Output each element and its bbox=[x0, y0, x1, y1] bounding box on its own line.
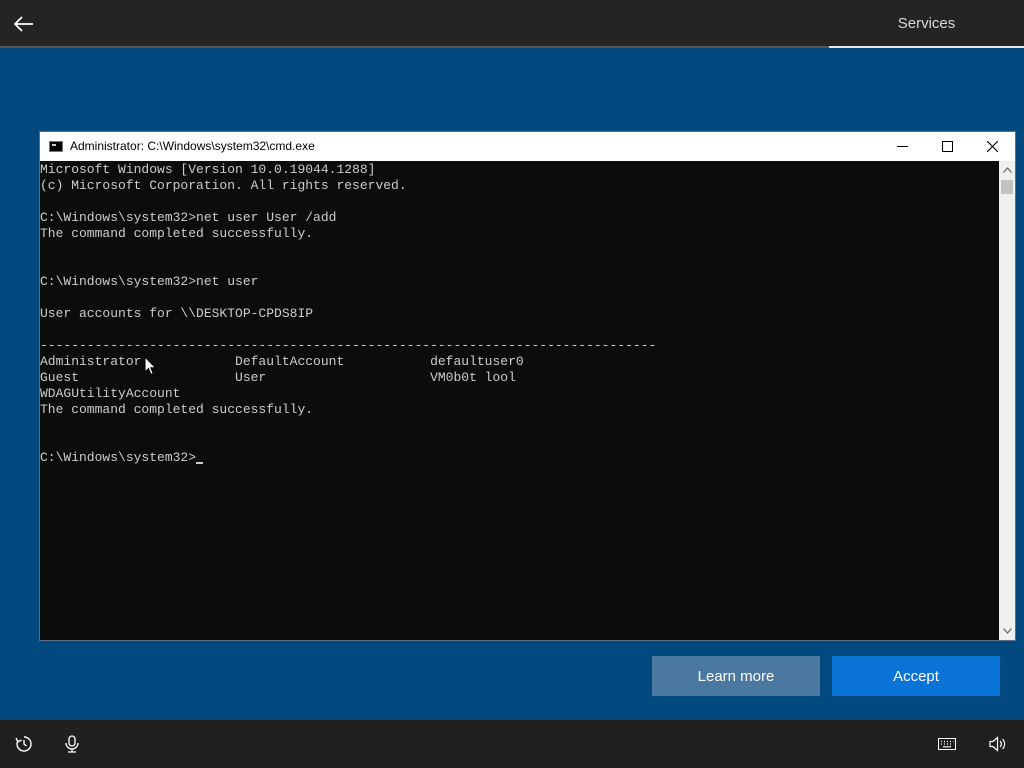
close-button[interactable] bbox=[969, 132, 1015, 161]
maximize-button[interactable] bbox=[924, 132, 970, 161]
ease-of-access-button[interactable] bbox=[12, 732, 36, 756]
console-line: WDAGUtilityAccount bbox=[40, 386, 181, 401]
text-cursor bbox=[196, 462, 204, 464]
bottom-bar bbox=[0, 720, 1024, 768]
chevron-up-icon bbox=[1002, 167, 1012, 173]
vertical-scrollbar[interactable] bbox=[999, 161, 1015, 640]
console-line: Guest User VM0b0t lool bbox=[40, 370, 516, 385]
console-line: C:\Windows\system32>net user User /add bbox=[40, 210, 337, 225]
console-line: The command completed successfully. bbox=[40, 402, 314, 417]
console-line: Microsoft Windows [Version 10.0.19044.12… bbox=[40, 162, 376, 177]
close-icon bbox=[986, 141, 998, 152]
console-line: ----------------------------------------… bbox=[40, 338, 657, 353]
volume-icon bbox=[989, 736, 1006, 752]
maximize-icon bbox=[941, 141, 953, 152]
scroll-thumb[interactable] bbox=[1001, 180, 1013, 194]
scroll-up-button[interactable] bbox=[999, 162, 1015, 178]
microphone-button[interactable] bbox=[60, 732, 84, 756]
console-line: C:\Windows\system32> bbox=[40, 450, 197, 465]
chevron-down-icon bbox=[1002, 628, 1012, 634]
console-icon bbox=[49, 141, 63, 152]
minimize-icon bbox=[896, 146, 908, 147]
window-titlebar[interactable]: Administrator: C:\Windows\system32\cmd.e… bbox=[40, 132, 1015, 161]
accept-button[interactable]: Accept bbox=[832, 656, 1000, 696]
scroll-down-button[interactable] bbox=[999, 623, 1015, 639]
console-line: C:\Windows\system32>net user bbox=[40, 274, 259, 289]
cmd-window: Administrator: C:\Windows\system32\cmd.e… bbox=[39, 131, 1016, 641]
tab-services[interactable]: Services bbox=[829, 0, 1024, 48]
volume-button[interactable] bbox=[986, 732, 1010, 756]
keyboard-button[interactable] bbox=[935, 732, 959, 756]
mouse-pointer-icon bbox=[144, 356, 157, 376]
window-title: Administrator: C:\Windows\system32\cmd.e… bbox=[70, 139, 315, 153]
microphone-icon bbox=[65, 735, 79, 753]
console-line: (c) Microsoft Corporation. All rights re… bbox=[40, 178, 407, 193]
console-line: User accounts for \\DESKTOP-CPDS8IP bbox=[40, 306, 314, 321]
top-bar: Services bbox=[0, 0, 1024, 48]
console-output[interactable]: Microsoft Windows [Version 10.0.19044.12… bbox=[40, 161, 999, 640]
learn-more-button[interactable]: Learn more bbox=[652, 656, 820, 696]
keyboard-icon bbox=[938, 738, 956, 750]
console-line: The command completed successfully. bbox=[40, 226, 314, 241]
minimize-button[interactable] bbox=[879, 132, 925, 161]
arrow-left-icon bbox=[14, 16, 33, 32]
console-text: Microsoft Windows [Version 10.0.19044.12… bbox=[40, 161, 999, 466]
ease-of-access-icon bbox=[15, 736, 32, 752]
back-button[interactable] bbox=[8, 8, 40, 40]
console-line: Administrator DefaultAccount defaultuser… bbox=[40, 354, 524, 369]
